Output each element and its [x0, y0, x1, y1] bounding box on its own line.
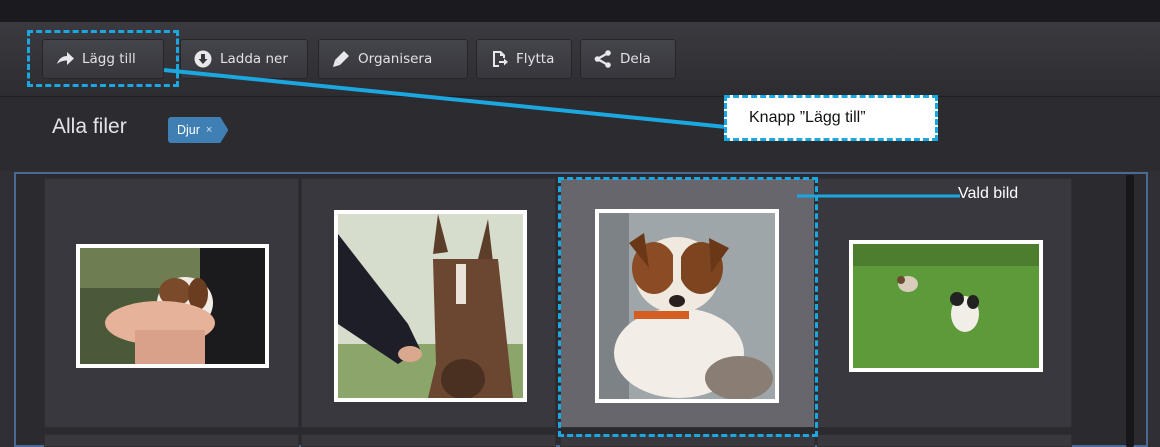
- page-title: Alla filer: [52, 115, 127, 138]
- thumbnail-jack-russell[interactable]: [595, 209, 779, 403]
- dogs-on-grass-image: [853, 244, 1039, 368]
- add-button-label: Lägg till: [82, 51, 136, 67]
- grid-cell[interactable]: [560, 434, 815, 447]
- share-button[interactable]: Dela: [580, 39, 676, 79]
- grid-cell[interactable]: [817, 178, 1072, 428]
- puppy-in-hand-image: [80, 248, 265, 364]
- thumbnail-dogs-on-grass[interactable]: [849, 240, 1043, 372]
- download-icon: [194, 50, 212, 68]
- remove-tag-icon[interactable]: ×: [206, 124, 212, 136]
- grid-cell[interactable]: [301, 434, 556, 447]
- grid-cell[interactable]: [817, 434, 1072, 447]
- selected-image-label: Vald bild: [958, 185, 1019, 202]
- add-button[interactable]: Lägg till: [42, 39, 164, 79]
- pen-icon: [333, 51, 349, 67]
- toolbar: Lägg till Ladda ner Organisera Flytta De…: [0, 22, 1160, 97]
- thumbnail-puppy-in-hand[interactable]: [76, 244, 269, 368]
- grid-cell[interactable]: [301, 178, 556, 428]
- organize-button-label: Organisera: [358, 51, 433, 67]
- move-file-icon: [493, 51, 508, 67]
- vertical-scrollbar[interactable]: [1126, 175, 1134, 447]
- top-bar: [0, 0, 1160, 22]
- jack-russell-puppy-image: [599, 213, 775, 399]
- file-manager-app: Lägg till Ladda ner Organisera Flytta De…: [0, 0, 1160, 447]
- share-icon: [594, 50, 611, 68]
- share-arrow-icon: [57, 52, 74, 65]
- move-button[interactable]: Flytta: [476, 39, 572, 79]
- organize-button[interactable]: Organisera: [318, 39, 468, 79]
- grid-cell[interactable]: [44, 178, 299, 428]
- button-callout: Knapp ”Lägg till”: [724, 95, 938, 141]
- download-button[interactable]: Ladda ner: [180, 39, 308, 79]
- breadcrumb: Alla filer Djur ×: [0, 97, 1160, 171]
- move-button-label: Flytta: [516, 51, 555, 67]
- filter-tag-label: Djur: [177, 123, 200, 137]
- grid-cell[interactable]: [44, 434, 299, 447]
- horse-image: [338, 214, 523, 398]
- filter-tag[interactable]: Djur ×: [168, 117, 228, 143]
- share-button-label: Dela: [620, 51, 651, 67]
- thumbnail-horse[interactable]: [334, 210, 527, 402]
- download-button-label: Ladda ner: [220, 51, 288, 67]
- grid-cell-selected[interactable]: [560, 178, 815, 428]
